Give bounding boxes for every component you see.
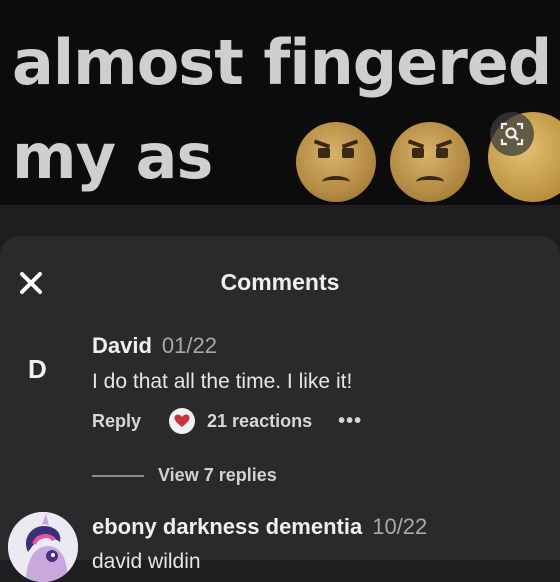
comment-text: I do that all the time. I like it! [92, 370, 353, 393]
reactions-count[interactable]: 21 reactions [207, 411, 312, 432]
author-name: David [92, 333, 152, 358]
comment-actions: Reply 21 reactions ••• [92, 408, 362, 434]
divider [92, 474, 144, 477]
heart-icon [174, 414, 190, 427]
comment-author[interactable]: ebony darkness dementia 10/22 [92, 514, 427, 540]
more-options-button[interactable]: ••• [338, 410, 362, 433]
comments-title: Comments [220, 269, 340, 295]
reply-button[interactable]: Reply [92, 411, 141, 432]
angry-face-emoji [296, 122, 376, 202]
view-replies-label: View 7 replies [158, 465, 277, 485]
visual-search-icon[interactable] [490, 112, 534, 156]
angry-face-emoji [390, 122, 470, 202]
comment-author[interactable]: David 01/22 [92, 333, 217, 359]
comment-text: david wildin [92, 550, 201, 573]
comments-header: Comments [0, 236, 560, 326]
avatar[interactable] [8, 512, 78, 582]
meme-text-line: my as [12, 120, 213, 193]
comment-date: 01/22 [161, 333, 217, 358]
author-name: ebony darkness dementia [92, 514, 363, 539]
post-image: almost fingered my as [0, 0, 560, 205]
view-replies[interactable]: View 7 replies [92, 465, 277, 486]
pony-avatar-icon [8, 512, 78, 582]
avatar[interactable]: D [28, 354, 47, 385]
comment-date: 10/22 [372, 514, 428, 539]
meme-text-line: almost fingered [12, 26, 552, 99]
reaction-button[interactable] [169, 408, 196, 434]
comments-sheet: Comments D David 01/22 I do that all the … [0, 236, 560, 582]
